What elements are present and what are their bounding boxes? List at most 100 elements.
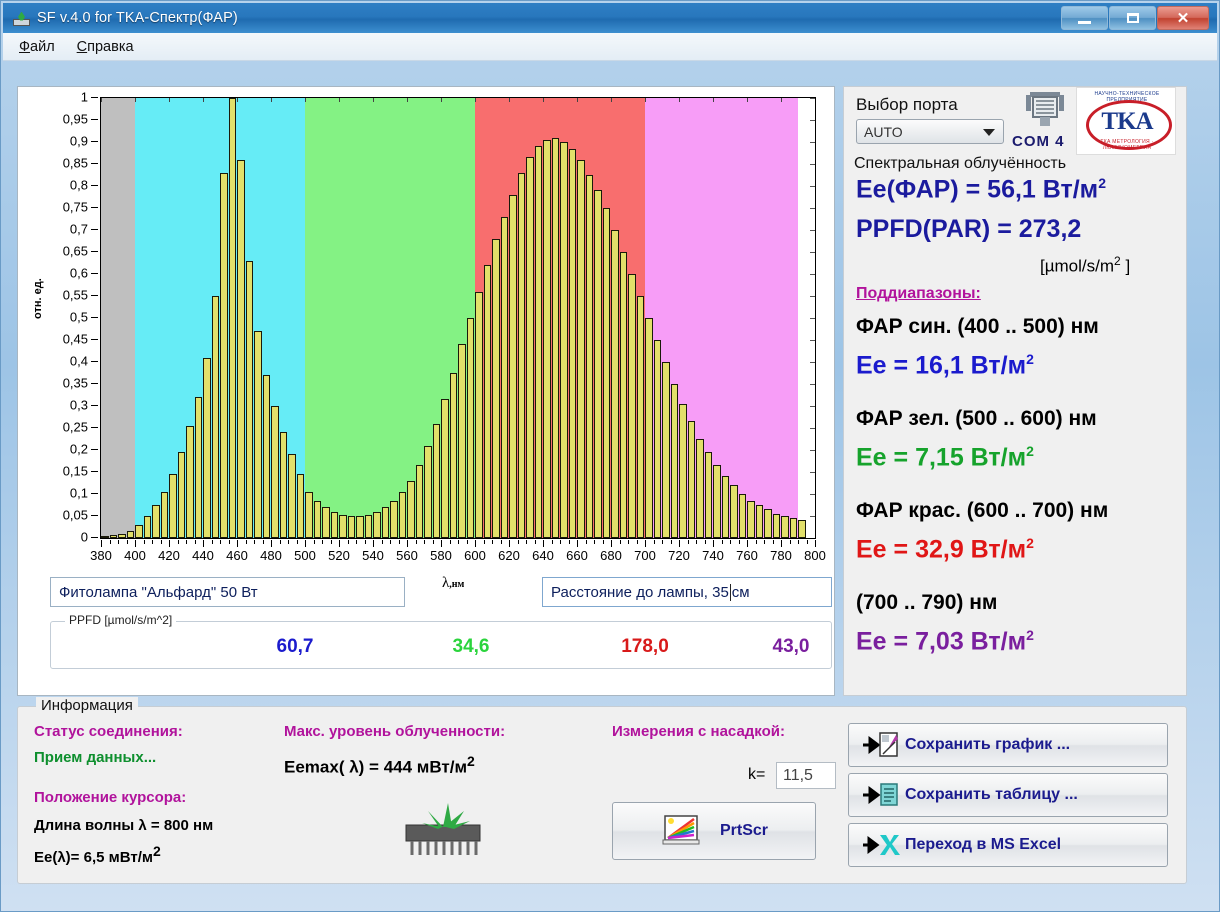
chart-right-tick [810, 340, 815, 341]
bar [458, 344, 466, 538]
y-tick-label: 0,45 [62, 331, 88, 347]
bar [602, 208, 611, 538]
cursor-position-label: Положение курсора: [34, 789, 187, 806]
text-caret [729, 583, 731, 601]
x-minor-tick [194, 540, 196, 544]
x-minor-tick [322, 540, 323, 544]
save-chart-button[interactable]: Сохранить график ... [848, 723, 1168, 767]
ppfd-summary-box: PPFD [µmol/s/m^2] 60,7 34,6 178,0 43,0 [50, 613, 832, 669]
bar [789, 518, 798, 538]
x-minor-tick [772, 540, 774, 544]
chart-right-tick [810, 450, 815, 451]
y-tick-label: 0,5 [69, 309, 88, 325]
bar [662, 362, 670, 538]
ppfd-units: [µmol/s/m2 ] [1040, 254, 1131, 276]
ppfd-value-1: 34,6 [452, 636, 490, 657]
bar [755, 505, 764, 538]
y-tick-mark [91, 185, 98, 186]
bar [288, 454, 296, 538]
minimize-button[interactable] [1061, 6, 1108, 30]
close-button[interactable]: ✕ [1157, 6, 1209, 30]
excel-icon [863, 835, 900, 855]
bar [313, 500, 322, 538]
chevron-down-icon [983, 129, 995, 136]
x-tick-label: 480 [260, 548, 282, 563]
y-tick-label: 0,35 [62, 375, 88, 391]
bar [211, 296, 220, 538]
menu-item-help[interactable]: Справка [77, 39, 134, 55]
menu-item-file[interactable]: Файл [19, 39, 55, 55]
bar [645, 318, 653, 538]
x-minor-tick [347, 540, 349, 544]
x-minor-tick [118, 540, 119, 544]
bar [390, 500, 398, 538]
x-minor-tick [254, 540, 255, 544]
y-tick-label: 0,4 [69, 353, 88, 369]
bar [798, 520, 806, 538]
x-minor-tick [390, 540, 391, 544]
chart-right-tick [810, 142, 815, 143]
bar [296, 474, 305, 538]
subrange-value-3: Ee = 7,03 Вт/м2 [856, 627, 1034, 656]
x-minor-tick [585, 540, 587, 544]
x-minor-tick [356, 540, 357, 544]
x-minor-tick [373, 540, 374, 547]
lamp-name-input[interactable]: Фитолампа "Альфард" 50 Вт [50, 577, 405, 607]
chart-top-tick [543, 98, 544, 102]
y-tick-label: 0,65 [62, 243, 88, 259]
menu-bar: Файл Справка [3, 33, 1217, 61]
chart-top-tick [237, 98, 238, 102]
subrange-value-2: Ee = 32,9 Вт/м2 [856, 535, 1034, 564]
bar [194, 397, 203, 538]
app-icon [13, 11, 30, 26]
x-minor-tick [475, 540, 476, 547]
subrange-title-3: (700 .. 790) нм [856, 591, 998, 614]
chart-bars [101, 98, 815, 538]
main-content: отн. ед. 0 0,05 0,1 0,15 0,2 0,25 0,3 0,35 0,4 0,… [3, 61, 1217, 911]
cursor-ee: Ee(λ)= 6,5 мВт/м2 [34, 843, 161, 866]
bar [169, 474, 177, 538]
x-minor-tick [594, 540, 595, 544]
x-tick-label: 520 [328, 548, 350, 563]
bar [220, 172, 228, 538]
bar [679, 403, 687, 538]
chart-top-tick [305, 98, 306, 102]
measurement-panel: Выбор порта AUTO COM 4 НАУЧНО-ТЕХНИЧЕСКО… [843, 86, 1187, 696]
save-table-button[interactable]: Сохранить таблицу ... [848, 773, 1168, 817]
bar [245, 260, 254, 538]
x-minor-tick [492, 540, 493, 544]
distance-input[interactable]: Расстояние до лампы, 35 см [542, 577, 832, 607]
x-minor-tick [415, 540, 417, 544]
y-tick-label: 0,15 [62, 463, 88, 479]
x-minor-tick [798, 540, 799, 544]
chart-top-tick [577, 98, 578, 102]
port-select[interactable]: AUTO [856, 119, 1004, 144]
y-tick-mark [91, 229, 98, 230]
x-minor-tick [517, 540, 519, 544]
maximize-icon [1126, 13, 1139, 23]
x-tick-label: 680 [600, 548, 622, 563]
chart-top-tick [169, 98, 170, 102]
k-input[interactable]: 11,5 [776, 762, 836, 789]
bar [271, 406, 279, 538]
bar [177, 452, 186, 538]
x-minor-tick [687, 540, 689, 544]
bar [738, 494, 747, 538]
prtscr-label: PrtScr [719, 822, 769, 839]
bar [551, 137, 560, 538]
bar [560, 142, 568, 538]
x-minor-tick [806, 540, 808, 544]
x-tick-label: 640 [532, 548, 554, 563]
chart-top-tick [101, 98, 102, 102]
prtscr-button[interactable]: PrtScr [612, 802, 816, 860]
ppfd-legend: PPFD [µmol/s/m^2] [65, 613, 177, 627]
x-minor-tick [815, 540, 816, 547]
y-tick-mark [91, 537, 98, 538]
chart-right-tick [810, 494, 815, 495]
export-excel-button[interactable]: Переход в MS Excel [848, 823, 1168, 867]
bar [347, 516, 356, 538]
bar [441, 399, 449, 538]
bar [696, 439, 704, 538]
maximize-button[interactable] [1109, 6, 1156, 30]
bar [611, 230, 619, 538]
